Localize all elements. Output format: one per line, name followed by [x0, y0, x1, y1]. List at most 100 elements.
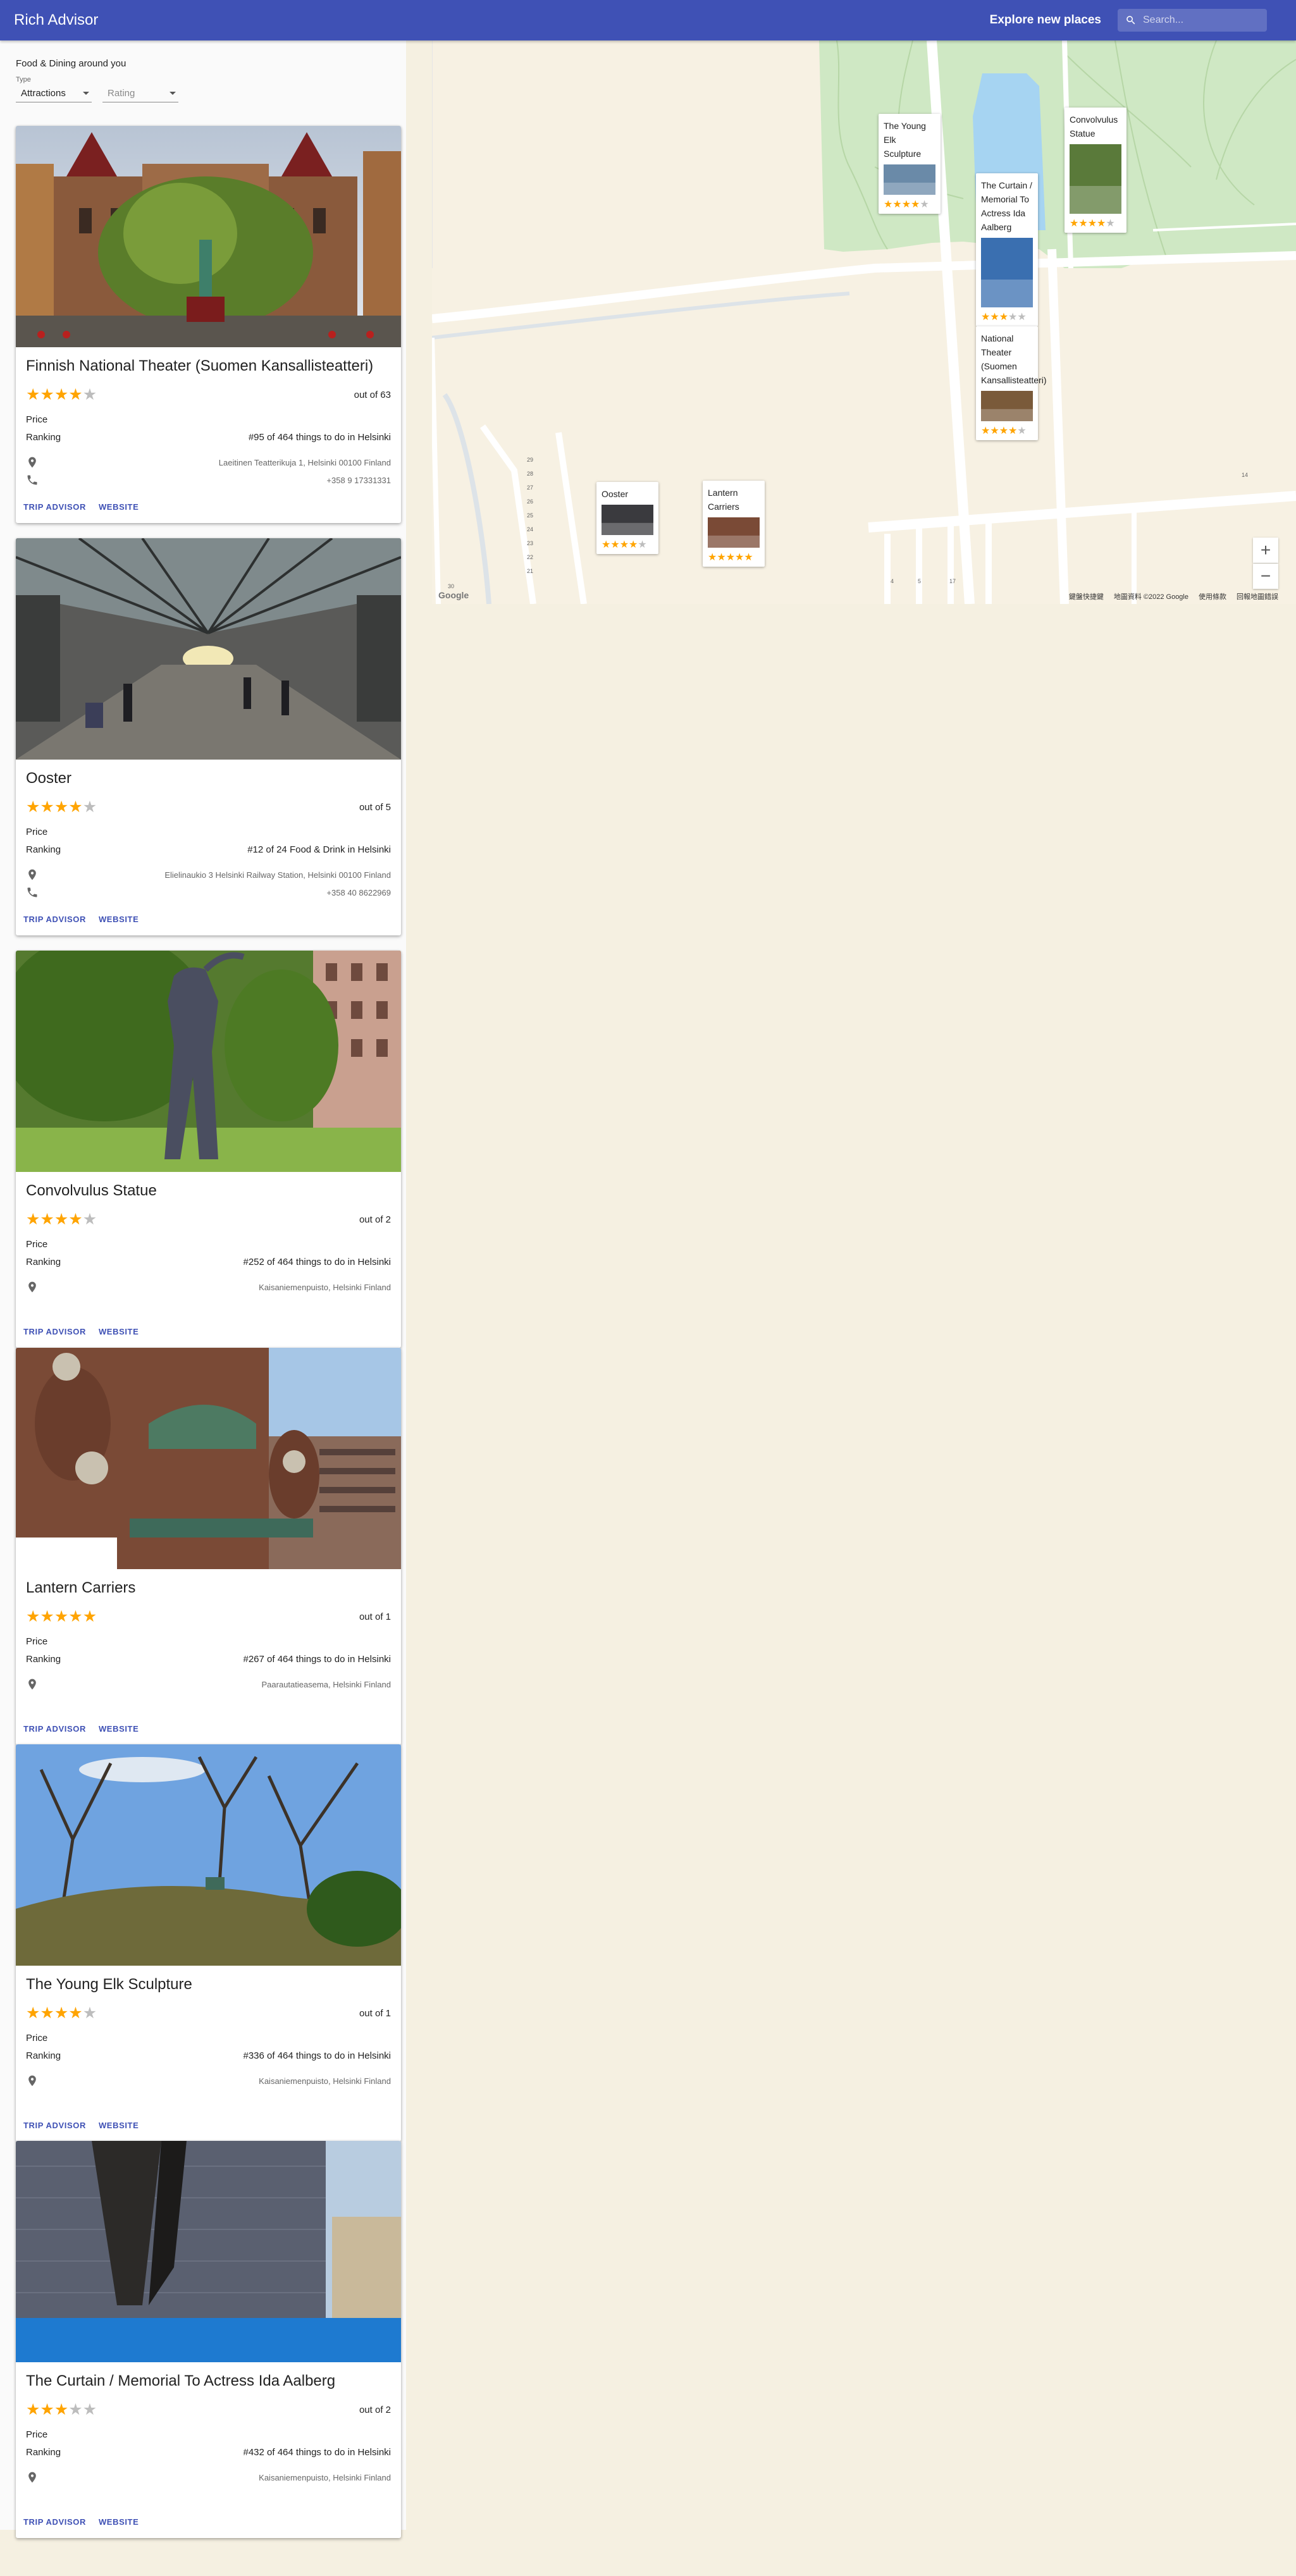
trip-advisor-link[interactable]: TRIP ADVISOR	[23, 2517, 86, 2527]
website-link[interactable]: WEBSITE	[99, 915, 139, 924]
address-text: Kaisaniemenpuisto, Helsinki Finland	[259, 2472, 391, 2482]
address-text: Laeitinen Teatterikuja 1, Helsinki 00100…	[218, 457, 391, 467]
place-photo[interactable]	[16, 126, 401, 347]
trip-advisor-link[interactable]: TRIP ADVISOR	[23, 1327, 86, 1336]
app-title[interactable]: Rich Advisor	[14, 11, 98, 29]
star-icon: ★	[82, 386, 97, 404]
star-icon: ★	[892, 199, 902, 210]
star-icon: ★	[708, 552, 717, 563]
street-number: 21	[527, 568, 534, 574]
star-icon: ★	[911, 199, 920, 210]
map-marker[interactable]: Convolvulus Statue ★ ★ ★ ★ ★	[1065, 108, 1126, 233]
star-icon: ★	[40, 2004, 54, 2022]
rating-placeholder: Rating	[108, 88, 135, 99]
street-number: 25	[527, 512, 534, 519]
ranking-value: #336 of 464 things to do in Helsinki	[243, 2050, 392, 2061]
star-icon: ★	[40, 798, 54, 816]
star-icon: ★	[990, 426, 999, 436]
terms-link[interactable]: 使用條款	[1199, 591, 1226, 601]
place-card[interactable]: The Young Elk Sculpture ★ ★ ★ ★ ★ out of 1 P…	[16, 1744, 401, 2142]
star-icon: ★	[54, 386, 69, 404]
search-input[interactable]	[1143, 15, 1250, 26]
type-select-value[interactable]: Attractions	[16, 85, 92, 102]
card-photo	[16, 1744, 401, 1966]
rating-select[interactable]: Rating	[102, 76, 178, 102]
keyboard-shortcuts-link[interactable]: 鍵盤快捷鍵	[1069, 591, 1104, 601]
map-marker[interactable]: National Theater (Suomen Kansallisteatte…	[976, 326, 1047, 440]
marker-photo	[981, 391, 1033, 421]
website-link[interactable]: WEBSITE	[99, 2121, 139, 2130]
price-label: Price	[26, 1238, 48, 1250]
street-number: 23	[527, 540, 534, 546]
trip-advisor-link[interactable]: TRIP ADVISOR	[23, 502, 86, 512]
star-icon: ★	[619, 539, 629, 550]
place-photo[interactable]	[16, 2141, 401, 2362]
map-marker[interactable]: The Curtain / Memorial To Actress Ida Aa…	[976, 173, 1038, 326]
card-photo	[16, 2141, 401, 2362]
star-icon: ★	[981, 426, 991, 436]
rating-select-value[interactable]: Rating	[102, 85, 178, 102]
rating-stars: ★ ★ ★ ★ ★	[26, 386, 97, 404]
map-marker[interactable]: Ooster ★ ★ ★ ★ ★	[596, 482, 658, 554]
website-link[interactable]: WEBSITE	[99, 2517, 139, 2527]
star-icon: ★	[1106, 218, 1115, 229]
place-photo[interactable]	[16, 538, 401, 760]
map-marker[interactable]: Lantern Carriers ★ ★ ★ ★ ★	[703, 481, 765, 567]
website-link[interactable]: WEBSITE	[99, 1724, 139, 1734]
star-icon: ★	[901, 199, 911, 210]
price-label: Price	[26, 826, 48, 837]
marker-title: National Theater (Suomen Kansallisteatte…	[981, 333, 1047, 385]
place-card[interactable]: Lantern Carriers ★ ★ ★ ★ ★ out of 1 Price Ra…	[16, 1348, 401, 1745]
search-icon	[1126, 16, 1135, 25]
type-value: Attractions	[21, 88, 66, 99]
zoom-in-button[interactable]: +	[1253, 538, 1278, 563]
type-select[interactable]: Type Attractions	[16, 76, 92, 102]
ranking-label: Ranking	[26, 1653, 61, 1665]
star-icon: ★	[1008, 312, 1018, 323]
marker-title: Lantern Carriers	[708, 488, 739, 512]
website-link[interactable]: WEBSITE	[99, 502, 139, 512]
map-canvas[interactable]	[432, 40, 1296, 604]
location-pin-icon	[28, 869, 36, 880]
star-icon: ★	[610, 539, 620, 550]
marker-rating: ★ ★ ★ ★ ★	[708, 553, 760, 563]
star-icon: ★	[1087, 218, 1097, 229]
star-icon: ★	[1008, 426, 1018, 436]
review-count: out of 1	[359, 2007, 391, 2019]
price-label: Price	[26, 2032, 48, 2043]
address-text: Kaisaniemenpuisto, Helsinki Finland	[259, 2076, 391, 2086]
chevron-down-icon	[83, 92, 89, 95]
star-icon: ★	[990, 312, 999, 323]
price-label: Price	[26, 2429, 48, 2440]
marker-rating: ★ ★ ★ ★ ★	[602, 540, 653, 550]
place-card[interactable]: Finnish National Theater (Suomen Kansall…	[16, 126, 401, 523]
street-number: 27	[527, 484, 534, 491]
star-icon: ★	[725, 552, 736, 563]
place-photo[interactable]	[16, 951, 401, 1172]
place-photo[interactable]	[16, 1348, 401, 1569]
star-icon: ★	[40, 1211, 54, 1228]
address-text: Kaisaniemenpuisto, Helsinki Finland	[259, 1282, 391, 1292]
chevron-down-icon	[170, 92, 176, 95]
rating-label-spacer	[102, 76, 178, 85]
phone-icon	[27, 887, 37, 897]
place-photo[interactable]	[16, 1744, 401, 1966]
website-link[interactable]: WEBSITE	[99, 1327, 139, 1336]
map-attribution: 鍵盤快捷鍵 地圖資料 ©2022 Google 使用條款 回報地圖錯誤	[1069, 591, 1278, 601]
search-box[interactable]	[1118, 9, 1267, 32]
marker-rating: ★ ★ ★ ★ ★	[884, 200, 935, 210]
place-card[interactable]: Convolvulus Statue ★ ★ ★ ★ ★ out of 2 Price …	[16, 951, 401, 1348]
map-marker[interactable]: The Young Elk Sculpture ★ ★ ★ ★ ★	[879, 114, 941, 214]
trip-advisor-link[interactable]: TRIP ADVISOR	[23, 2121, 86, 2130]
place-card[interactable]: The Curtain / Memorial To Actress Ida Aa…	[16, 2141, 401, 2538]
trip-advisor-link[interactable]: TRIP ADVISOR	[23, 915, 86, 924]
zoom-out-button[interactable]: −	[1253, 564, 1278, 589]
place-title: Convolvulus Statue	[26, 1182, 157, 1199]
marker-rating: ★ ★ ★ ★ ★	[981, 312, 1033, 323]
place-card[interactable]: Ooster ★ ★ ★ ★ ★ out of 5 Price Ranking #12 o…	[16, 538, 401, 935]
rating-stars: ★ ★ ★ ★ ★	[26, 2004, 97, 2022]
report-error-link[interactable]: 回報地圖錯誤	[1237, 591, 1278, 601]
map[interactable]: 29 28 27 26 25 24 23 22 21 30 14 4 5 17 The Young Elk…	[432, 40, 1296, 604]
street-number: 29	[527, 457, 534, 463]
trip-advisor-link[interactable]: TRIP ADVISOR	[23, 1724, 86, 1734]
